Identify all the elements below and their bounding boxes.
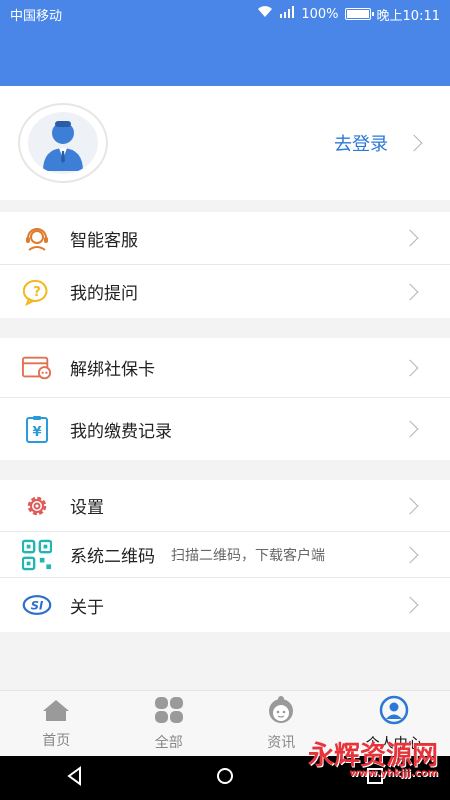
header-bar: [0, 28, 450, 86]
menu-item-settings[interactable]: 设置: [0, 480, 450, 532]
menu-item-customer-service[interactable]: 智能客服: [0, 212, 450, 265]
chevron-right-icon: [401, 596, 419, 614]
tab-home[interactable]: 首页: [0, 691, 113, 756]
chevron-right-icon: [401, 359, 419, 376]
menu-item-payment-records[interactable]: ¥ 我的缴费记录: [0, 398, 450, 460]
chevron-right-icon: [401, 497, 419, 514]
chevron-right-icon: [405, 134, 423, 152]
user-avatar-icon: [43, 121, 83, 171]
menu-label: 系统二维码: [70, 547, 155, 567]
clock: 晚上10:11: [376, 8, 440, 24]
person-icon: [379, 695, 409, 729]
menu-item-my-questions[interactable]: ? 我的提问: [0, 265, 450, 318]
menu-sublabel: 扫描二维码，下载客户端: [171, 547, 325, 564]
menu-item-about[interactable]: SI 关于: [0, 578, 450, 632]
headset-icon: [22, 223, 52, 253]
qr-code-icon: [22, 539, 52, 570]
svg-text:SI: SI: [31, 598, 44, 612]
chevron-right-icon: [401, 420, 419, 438]
menu-group-card: 解绑社保卡 ¥ 我的缴费记录: [0, 338, 450, 460]
tab-label: 全部: [154, 734, 183, 751]
chevron-right-icon: [401, 229, 419, 247]
menu-item-qr-code[interactable]: 系统二维码 扫描二维码，下载客户端: [0, 532, 450, 578]
tab-all[interactable]: 全部: [113, 691, 226, 756]
svg-text:?: ?: [33, 285, 41, 300]
tab-label: 首页: [42, 732, 71, 749]
menu-label: 设置: [70, 498, 104, 518]
avatar[interactable]: [18, 103, 108, 183]
grid-icon: [154, 696, 184, 728]
watermark: 永辉资源网 www.yhkjjj.com: [307, 741, 438, 779]
menu-item-unbind-card[interactable]: 解绑社保卡: [0, 338, 450, 398]
signal-icon: [279, 6, 295, 22]
status-bar: 中国移动 100% 晚上10:11: [0, 0, 450, 28]
card-icon: [22, 353, 52, 383]
menu-group-service: 智能客服 ? 我的提问: [0, 212, 450, 318]
wifi-icon: [257, 6, 273, 22]
home-icon: [41, 698, 71, 726]
menu-label: 解绑社保卡: [70, 360, 155, 380]
status-right: 100% 晚上10:11: [257, 5, 440, 24]
payment-record-icon: ¥: [22, 414, 52, 444]
profile-section[interactable]: 去登录: [0, 86, 450, 200]
si-logo-icon: SI: [22, 590, 52, 620]
chevron-right-icon: [401, 283, 419, 300]
login-label: 去登录: [334, 134, 388, 155]
menu-label: 关于: [70, 597, 104, 618]
menu-label: 智能客服: [70, 230, 138, 251]
svg-text:¥: ¥: [32, 425, 41, 440]
login-link[interactable]: 去登录: [334, 130, 423, 156]
news-icon: [266, 695, 296, 728]
battery-percent: 100%: [301, 6, 339, 22]
menu-label: 我的提问: [70, 284, 138, 304]
tab-label: 资讯: [267, 734, 296, 751]
gear-icon: [22, 491, 52, 521]
battery-icon: [344, 8, 374, 20]
home-nav-icon[interactable]: [215, 766, 235, 790]
carrier-name: 中国移动: [10, 8, 63, 24]
menu-group-system: 设置 系统二维码 扫描二维码，下载客户端 SI 关于: [0, 480, 450, 632]
menu-label: 我的缴费记录: [70, 421, 172, 442]
back-icon[interactable]: [65, 766, 85, 790]
chevron-right-icon: [401, 546, 419, 563]
question-bubble-icon: ?: [22, 277, 52, 307]
